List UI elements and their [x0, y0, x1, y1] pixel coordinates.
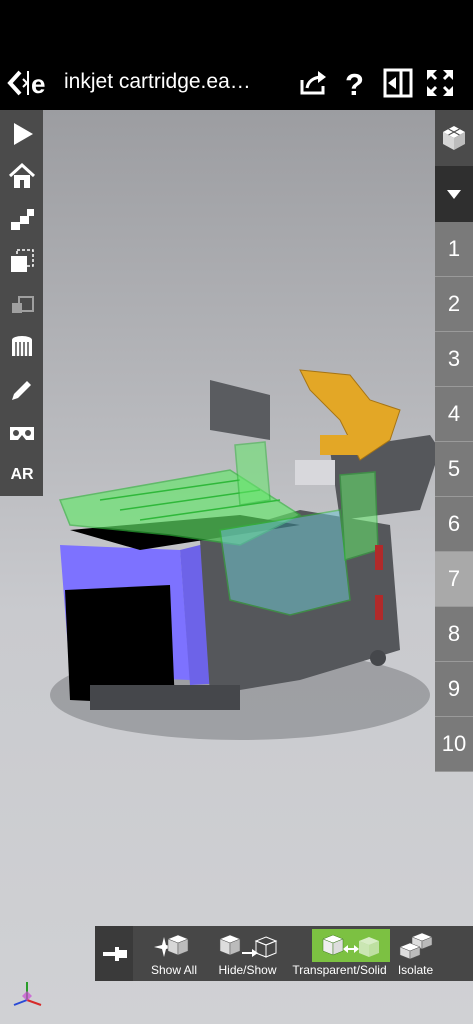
- play-icon: [14, 123, 33, 145]
- bottom-toolbar: Show All Hide/Show Transparent/Solid Iso…: [95, 926, 473, 981]
- show-all-button[interactable]: Show All: [139, 926, 209, 981]
- back-logo-icon: e: [7, 69, 45, 99]
- show-all-icon: [154, 934, 189, 957]
- hide-show-button[interactable]: Hide/Show: [210, 926, 285, 981]
- steps-button[interactable]: [4, 201, 40, 237]
- step-button-6[interactable]: 6: [435, 497, 473, 552]
- ar-label: AR: [10, 466, 34, 483]
- view-cube-icon: [443, 126, 465, 150]
- steps-dropdown-button[interactable]: [435, 166, 473, 222]
- section-icon: [12, 336, 32, 357]
- help-icon: ?: [345, 67, 364, 102]
- share-icon: [300, 71, 326, 95]
- play-button[interactable]: [4, 116, 40, 152]
- isolate-label: Isolate: [397, 963, 434, 977]
- svg-text:e: e: [31, 69, 45, 99]
- fullscreen-icon: [427, 70, 453, 96]
- chevron-down-icon: [447, 190, 461, 199]
- clone-button[interactable]: [4, 286, 40, 322]
- exit-icon: [383, 68, 413, 98]
- isolate-icon: [398, 932, 433, 960]
- step-button-8[interactable]: 8: [435, 607, 473, 662]
- step-button-4[interactable]: 4: [435, 387, 473, 442]
- step-button-7[interactable]: 7: [435, 552, 473, 607]
- home-icon: [8, 162, 36, 188]
- document-title: inkjet cartridge.ea…: [64, 70, 251, 93]
- axis-triad-icon: [13, 982, 42, 1006]
- markup-button[interactable]: [4, 372, 40, 408]
- transparent-solid-button[interactable]: Transparent/Solid: [286, 926, 393, 981]
- hide-show-icon: [218, 934, 277, 958]
- step-button-9[interactable]: 9: [435, 662, 473, 717]
- left-toolbar: AR: [0, 110, 43, 496]
- share-button[interactable]: [296, 66, 330, 100]
- pin-button[interactable]: [95, 926, 133, 981]
- vr-headset-icon: [10, 427, 34, 440]
- status-bar: [0, 0, 473, 56]
- title-bar: e inkjet cartridge.ea… ?: [0, 56, 473, 110]
- hide-show-label: Hide/Show: [218, 963, 277, 977]
- bounding-box-icon: [11, 249, 34, 272]
- step-button-2[interactable]: 2: [435, 277, 473, 332]
- markup-pen-icon: [12, 381, 31, 400]
- step-button-1[interactable]: 1: [435, 222, 473, 277]
- cartridge-3d-model[interactable]: [40, 350, 450, 770]
- clone-icon: [12, 296, 34, 313]
- fullscreen-button[interactable]: [423, 66, 457, 100]
- bounding-box-button[interactable]: [4, 243, 40, 279]
- pin-icon: [103, 947, 127, 961]
- exit-button[interactable]: [381, 66, 415, 100]
- transparent-solid-icon: [322, 934, 379, 957]
- steps-icon: [11, 209, 34, 230]
- show-all-label: Show All: [150, 963, 198, 977]
- step-button-5[interactable]: 5: [435, 442, 473, 497]
- section-button[interactable]: [4, 329, 40, 365]
- step-button-10[interactable]: 10: [435, 717, 473, 772]
- help-button[interactable]: ?: [338, 66, 372, 102]
- view-cube-button[interactable]: [435, 110, 473, 166]
- step-button-3[interactable]: 3: [435, 332, 473, 387]
- ar-button[interactable]: AR: [4, 457, 40, 493]
- transparent-solid-label: Transparent/Solid: [292, 963, 387, 977]
- isolate-button[interactable]: Isolate: [393, 926, 438, 981]
- home-button[interactable]: [4, 158, 40, 194]
- back-button[interactable]: e: [6, 66, 54, 100]
- svg-text:?: ?: [345, 67, 364, 100]
- vr-button[interactable]: [4, 415, 40, 451]
